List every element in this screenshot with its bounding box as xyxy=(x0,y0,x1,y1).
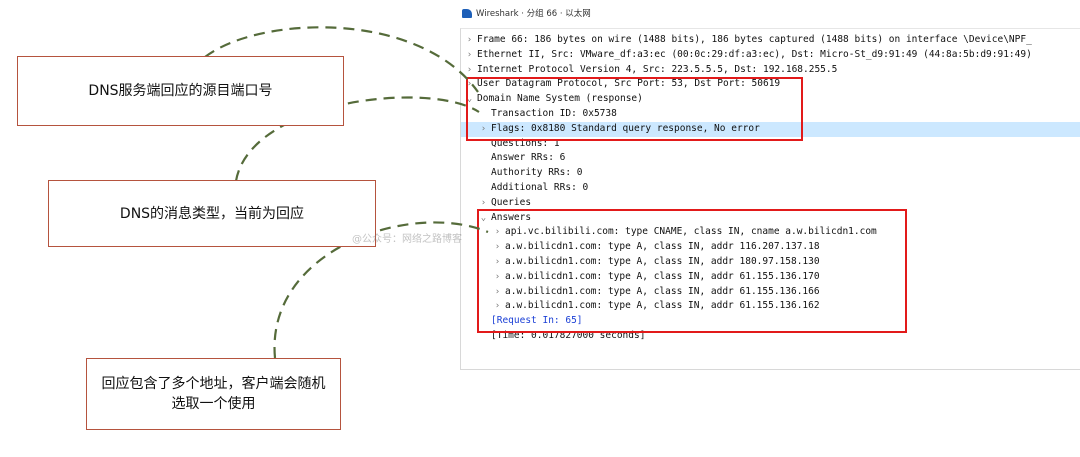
packet-tree-row[interactable]: › a.w.bilicdn1.com: type A, class IN, add… xyxy=(461,299,1080,314)
packet-tree-row[interactable]: › api.vc.bilibili.com: type CNAME, class … xyxy=(461,225,1080,240)
packet-tree-row-label: a.w.bilicdn1.com: type A, class IN, addr… xyxy=(505,255,820,267)
packet-tree-row-label: Questions: 1 xyxy=(491,137,560,149)
packet-tree-row-label: Flags: 0x8180 Standard query response, N… xyxy=(491,122,760,134)
window-title-bar: Wireshark · 分组 66 · 以太网 xyxy=(462,6,591,20)
packet-tree-row[interactable]: › Queries xyxy=(461,196,1080,211)
packet-tree-row[interactable]: Answer RRs: 6 xyxy=(461,151,1080,166)
wireshark-logo-icon xyxy=(462,8,472,18)
packet-tree-row[interactable]: › Ethernet II, Src: VMware_df:a3:ec (00:0… xyxy=(461,48,1080,63)
packet-tree-row-label: a.w.bilicdn1.com: type A, class IN, addr… xyxy=(505,241,820,253)
chevron-right-icon[interactable]: › xyxy=(493,225,502,240)
packet-tree-row[interactable]: › a.w.bilicdn1.com: type A, class IN, add… xyxy=(461,255,1080,270)
packet-tree-row[interactable]: › a.w.bilicdn1.com: type A, class IN, add… xyxy=(461,285,1080,300)
annotation-message-type-text: DNS的消息类型，当前为回应 xyxy=(119,205,305,222)
packet-tree-row[interactable]: [Request In: 65] xyxy=(461,314,1080,329)
packet-tree-row[interactable]: Questions: 1 xyxy=(461,137,1080,152)
packet-tree-row[interactable]: ⌄ Answers xyxy=(461,211,1080,226)
packet-tree-row-label: Internet Protocol Version 4, Src: 223.5.… xyxy=(477,63,838,75)
chevron-right-icon[interactable]: › xyxy=(465,77,474,92)
chevron-right-icon[interactable]: › xyxy=(465,33,474,48)
packet-tree-row[interactable]: › a.w.bilicdn1.com: type A, class IN, add… xyxy=(461,240,1080,255)
packet-tree-row-label: a.w.bilicdn1.com: type A, class IN, addr… xyxy=(505,300,820,312)
request-in-link[interactable]: [Request In: 65] xyxy=(491,315,583,326)
packet-tree-row-label: Additional RRs: 0 xyxy=(491,181,589,193)
packet-tree-row[interactable]: Transaction ID: 0x5738 xyxy=(461,107,1080,122)
chevron-right-icon[interactable]: › xyxy=(465,48,474,63)
packet-tree-row-label: Answer RRs: 6 xyxy=(491,152,566,164)
chevron-down-icon[interactable]: ⌄ xyxy=(479,211,488,226)
packet-tree-row-label: Queries xyxy=(491,196,532,208)
packet-tree-row-label: Ethernet II, Src: VMware_df:a3:ec (00:0c… xyxy=(477,48,1032,60)
watermark: @公众号：网络之路博客 xyxy=(352,234,462,245)
packet-tree-row-label: [Time: 0.017827000 seconds] xyxy=(491,329,646,341)
packet-tree-row[interactable]: Additional RRs: 0 xyxy=(461,181,1080,196)
packet-tree-row-label: Authority RRs: 0 xyxy=(491,167,583,179)
annotation-ports: DNS服务端回应的源目端口号 xyxy=(17,56,344,126)
packet-tree-row-label: User Datagram Protocol, Src Port: 53, Ds… xyxy=(477,78,781,90)
chevron-right-icon[interactable]: › xyxy=(493,270,502,285)
packet-tree-row-label: a.w.bilicdn1.com: type A, class IN, addr… xyxy=(505,285,820,297)
packet-tree-row[interactable]: › a.w.bilicdn1.com: type A, class IN, add… xyxy=(461,270,1080,285)
annotation-multi-address-text: 回应包含了多个地址，客户端会随机选取一个使用 xyxy=(101,376,326,412)
annotation-ports-text: DNS服务端回应的源目端口号 xyxy=(88,83,273,99)
chevron-right-icon[interactable]: › xyxy=(493,255,502,270)
packet-tree-row-label: Transaction ID: 0x5738 xyxy=(491,107,617,119)
packet-tree-row-label: a.w.bilicdn1.com: type A, class IN, addr… xyxy=(505,270,820,282)
chevron-right-icon[interactable]: › xyxy=(493,240,502,255)
packet-tree-row-label: api.vc.bilibili.com: type CNAME, class I… xyxy=(505,226,877,238)
window-title: Wireshark · 分组 66 · 以太网 xyxy=(476,9,591,19)
chevron-right-icon[interactable]: › xyxy=(493,285,502,300)
packet-tree-row-label: Domain Name System (response) xyxy=(477,93,643,105)
packet-tree-row[interactable]: › Internet Protocol Version 4, Src: 223.5… xyxy=(461,63,1080,78)
packet-tree-row-label: Answers xyxy=(491,211,532,223)
chevron-right-icon[interactable]: › xyxy=(479,122,488,137)
packet-tree-row[interactable]: Authority RRs: 0 xyxy=(461,166,1080,181)
annotation-message-type: DNS的消息类型，当前为回应 xyxy=(48,180,376,247)
packet-details-pane[interactable]: › Frame 66: 186 bytes on wire (1488 bits)… xyxy=(460,28,1080,370)
packet-tree-row[interactable]: › Frame 66: 186 bytes on wire (1488 bits)… xyxy=(461,33,1080,48)
packet-tree-row[interactable]: [Time: 0.017827000 seconds] xyxy=(461,329,1080,344)
packet-tree-row[interactable]: › User Datagram Protocol, Src Port: 53, D… xyxy=(461,77,1080,92)
packet-tree-row-label: Frame 66: 186 bytes on wire (1488 bits),… xyxy=(477,34,1032,45)
chevron-right-icon[interactable]: › xyxy=(465,63,474,78)
chevron-right-icon[interactable]: › xyxy=(479,196,488,211)
packet-tree: › Frame 66: 186 bytes on wire (1488 bits)… xyxy=(461,33,1080,344)
chevron-right-icon[interactable]: › xyxy=(493,299,502,314)
annotation-multi-address: 回应包含了多个地址，客户端会随机选取一个使用 xyxy=(86,358,341,430)
packet-tree-row[interactable]: ⌄ Domain Name System (response) xyxy=(461,92,1080,107)
packet-tree-row[interactable]: › Flags: 0x8180 Standard query response, … xyxy=(461,121,1080,137)
chevron-down-icon[interactable]: ⌄ xyxy=(465,92,474,107)
